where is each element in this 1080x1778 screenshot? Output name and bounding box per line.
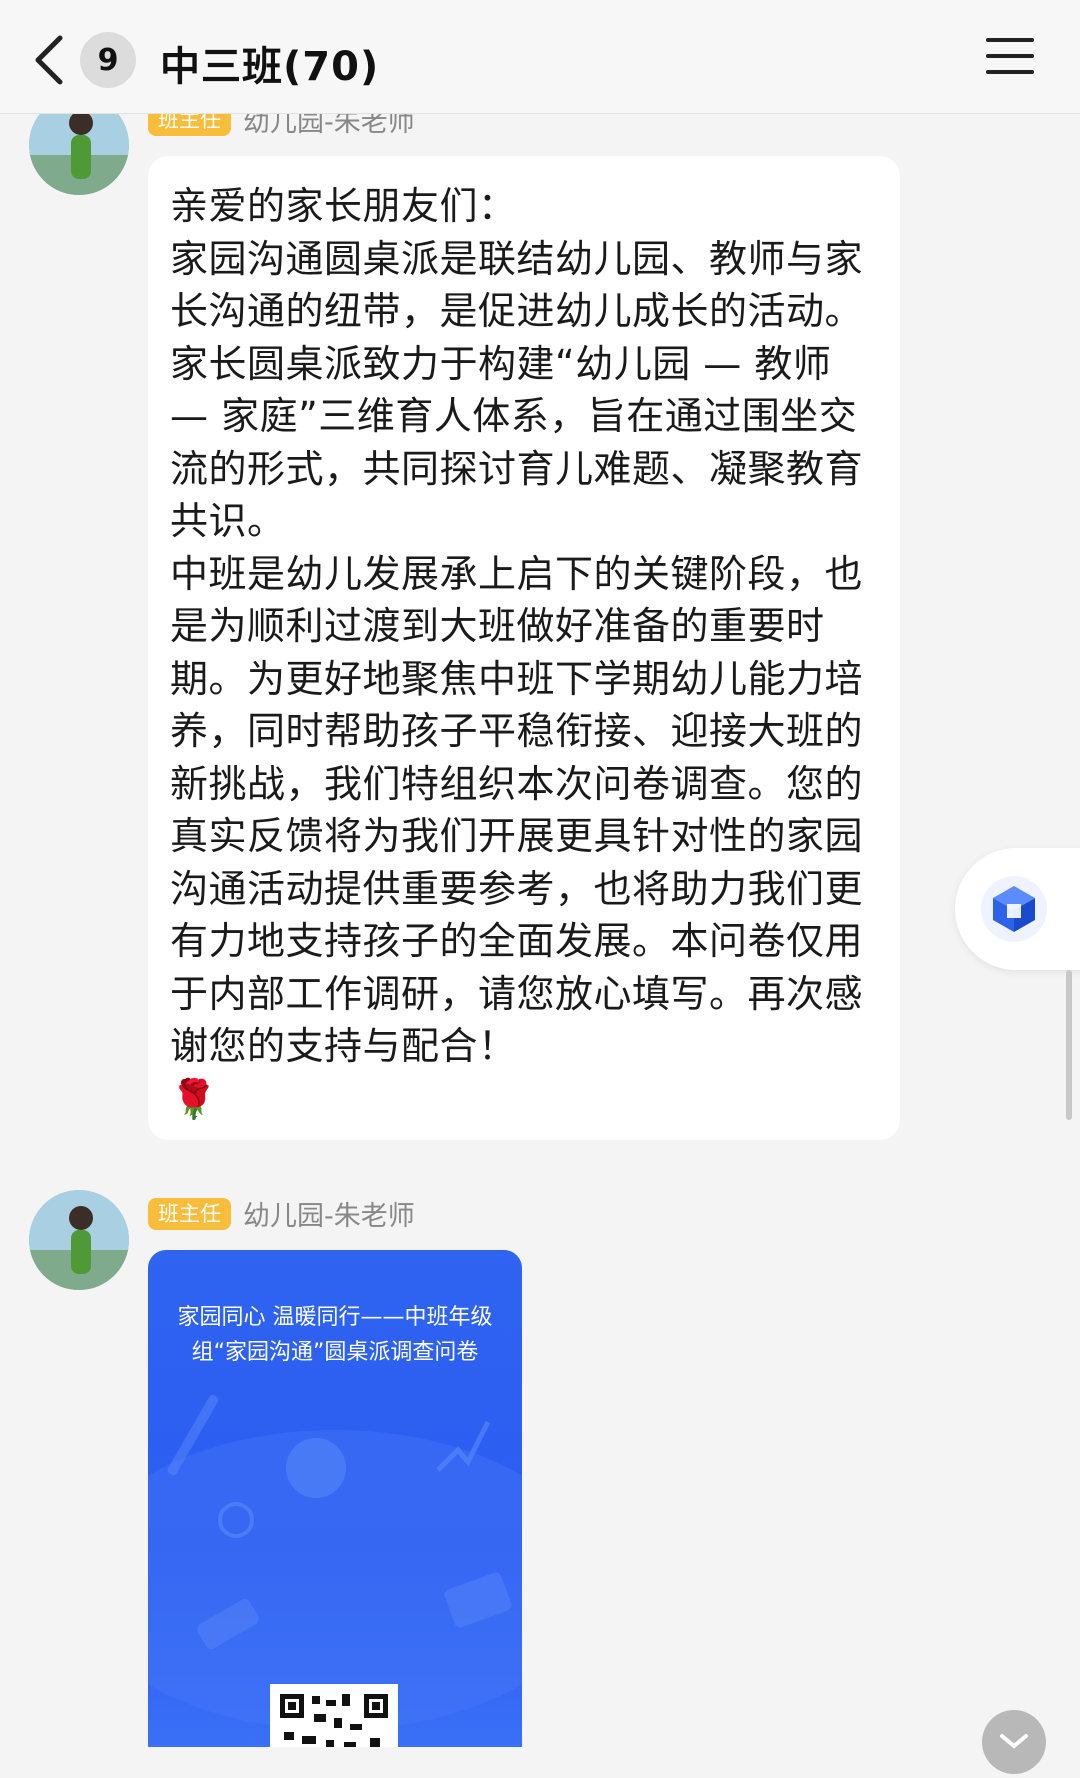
survey-card[interactable]: 家园同心 温暖同行——中班年级组“家园沟通”圆桌派调查问卷 xyxy=(148,1250,522,1747)
rose-emoji: 🌹 xyxy=(170,1076,218,1121)
avatar[interactable] xyxy=(29,1190,129,1290)
unread-count-badge[interactable]: 9 xyxy=(80,32,136,88)
message-paragraph: 中班是幼儿发展承上启下的关键阶段，也是为顺利过渡到大班做好准备的重要时期。为更好… xyxy=(170,551,864,1069)
card-decoration-icon xyxy=(148,1394,522,1730)
scrollbar[interactable] xyxy=(1066,970,1072,1120)
message-bubble[interactable]: 亲爱的家长朋友们： 家园沟通圆桌派是联结幼儿园、教师与家长沟通的纽带，是促进幼儿… xyxy=(148,156,900,1140)
cube-app-icon xyxy=(981,876,1047,942)
chat-header: 9 中三班(70) xyxy=(0,0,1080,114)
qr-code[interactable] xyxy=(270,1684,398,1747)
hamburger-menu-icon[interactable] xyxy=(986,38,1034,78)
collapse-button[interactable] xyxy=(982,1710,1046,1774)
floating-app-button[interactable] xyxy=(955,848,1080,970)
chat-title: 中三班(70) xyxy=(160,44,380,90)
chevron-left-icon[interactable] xyxy=(30,34,70,86)
sender-name: 幼儿园-朱老师 xyxy=(243,1201,415,1232)
message-paragraph: 家园沟通圆桌派是联结幼儿园、教师与家长沟通的纽带，是促进幼儿成长的活动。家长圆桌… xyxy=(170,236,864,544)
role-badge: 班主任 xyxy=(148,1197,231,1230)
chevron-down-icon xyxy=(1000,1734,1028,1749)
message-paragraph: 亲爱的家长朋友们： xyxy=(170,184,517,228)
sender-row: 班主任 幼儿园-朱老师 xyxy=(148,1194,415,1233)
